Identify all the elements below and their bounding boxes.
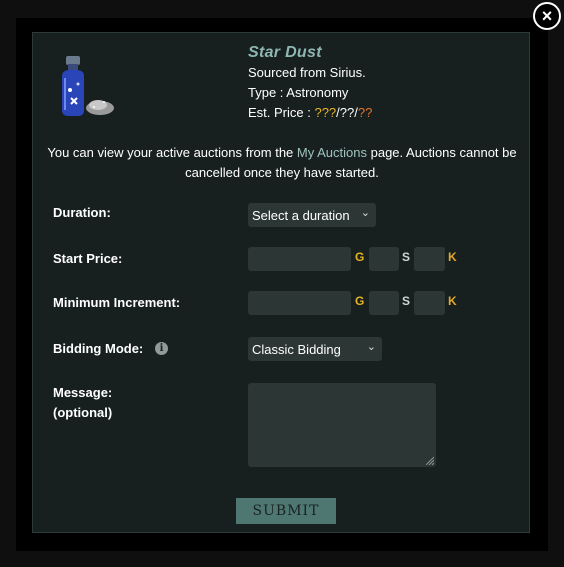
- duration-select[interactable]: Select a duration ⌄: [248, 203, 376, 227]
- start-price-silver-input[interactable]: [369, 247, 399, 271]
- min-increment-silver-input[interactable]: [369, 291, 399, 315]
- silver-unit: S: [402, 294, 411, 308]
- star-dust-vial-icon: [62, 56, 114, 116]
- chevron-down-icon: ⌄: [366, 341, 376, 353]
- message-label: Message:: [53, 385, 113, 400]
- duration-value: Select a duration: [252, 207, 350, 223]
- item-price: Est. Price : ???/??/??: [248, 105, 372, 120]
- item-type: Type : Astronomy: [248, 85, 349, 100]
- item-name: Star Dust: [248, 44, 322, 61]
- message-optional-label: (optional): [53, 405, 113, 420]
- auction-notice: You can view your active auctions from t…: [40, 143, 524, 183]
- item-source: Sourced from Sirius.: [248, 65, 366, 80]
- start-price-copper-input[interactable]: [414, 247, 445, 271]
- submit-button[interactable]: SUBMIT: [236, 498, 336, 524]
- min-increment-gold-input[interactable]: [248, 291, 351, 315]
- price-gold: ???: [314, 105, 337, 120]
- gold-unit: G: [355, 250, 365, 264]
- bidding-mode-select[interactable]: Classic Bidding ⌄: [248, 337, 382, 361]
- start-price-gold-input[interactable]: [248, 247, 351, 271]
- my-auctions-link[interactable]: My Auctions: [297, 145, 367, 160]
- bidding-mode-value: Classic Bidding: [252, 341, 341, 357]
- silver-unit: S: [402, 250, 411, 264]
- min-increment-label: Minimum Increment:: [53, 295, 181, 310]
- resize-grip-icon[interactable]: [426, 457, 434, 465]
- price-label: Est. Price :: [248, 105, 315, 120]
- message-textarea[interactable]: [248, 383, 436, 467]
- duration-label: Duration:: [53, 205, 111, 220]
- gold-unit: G: [355, 294, 365, 308]
- close-icon: ×: [541, 6, 553, 26]
- k-unit: K: [448, 250, 457, 264]
- k-unit: K: [448, 294, 457, 308]
- start-price-label: Start Price:: [53, 251, 123, 266]
- price-silver: ??: [339, 105, 355, 120]
- price-copper: ??: [357, 105, 373, 120]
- close-button[interactable]: ×: [533, 2, 561, 30]
- min-increment-copper-input[interactable]: [414, 291, 445, 315]
- notice-prefix: You can view your active auctions from t…: [47, 145, 297, 160]
- chevron-down-icon: ⌄: [360, 207, 370, 219]
- bidding-mode-label: Bidding Mode:: [53, 341, 144, 356]
- info-icon[interactable]: i: [155, 342, 168, 355]
